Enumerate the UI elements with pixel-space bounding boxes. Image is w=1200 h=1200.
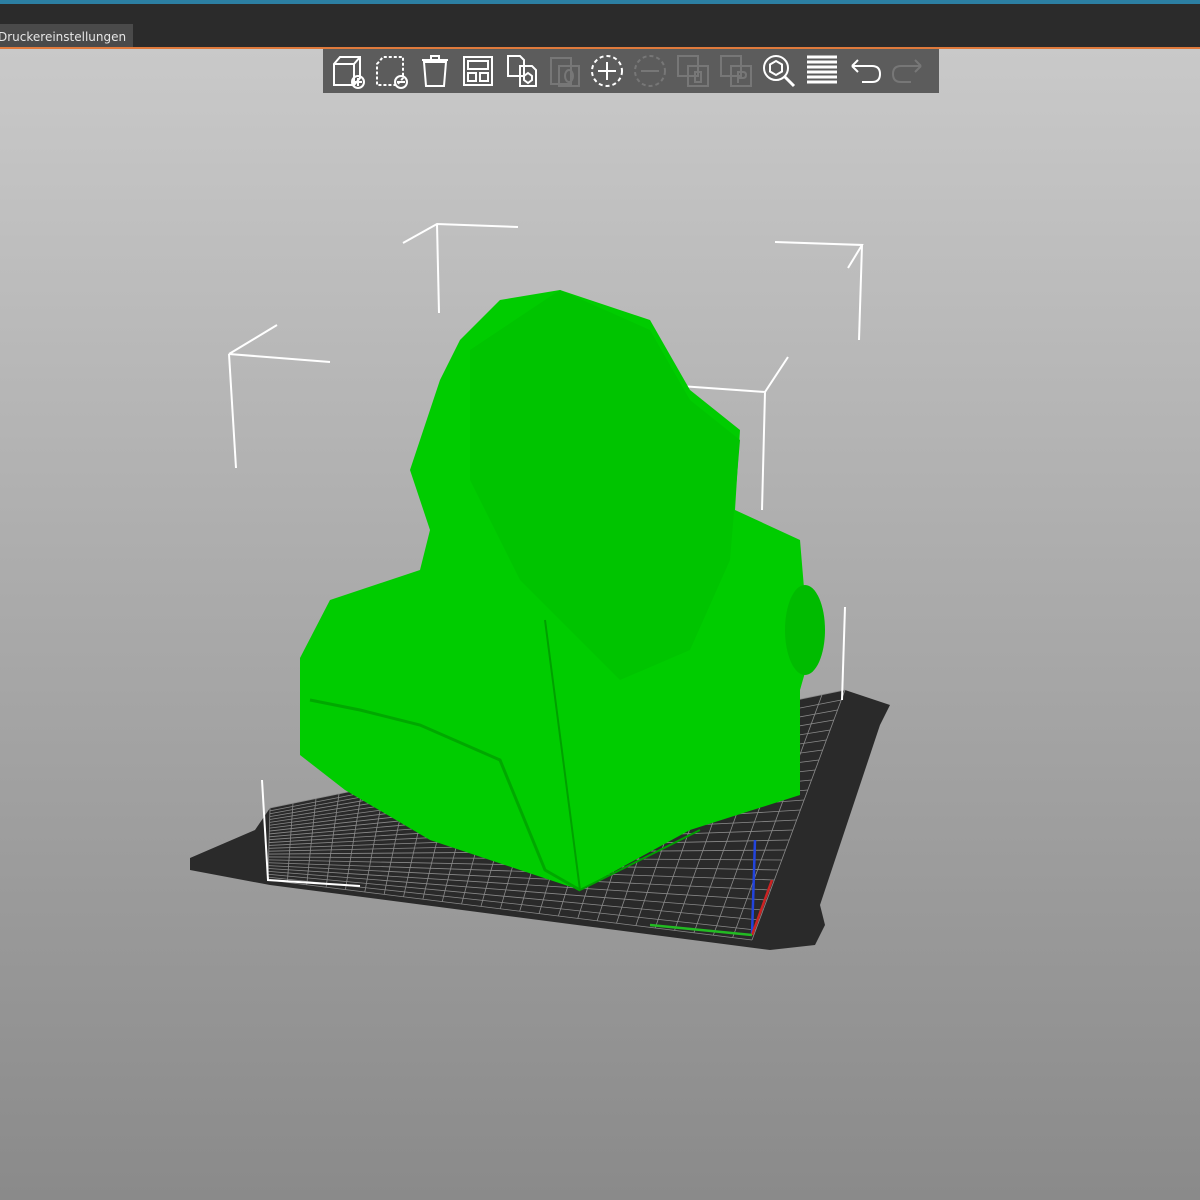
- delete-object-button[interactable]: [370, 51, 414, 91]
- remove-instance-icon: [634, 55, 666, 87]
- add-object-icon: [333, 56, 365, 89]
- redo-button[interactable]: [886, 51, 930, 91]
- copy-icon: [507, 55, 537, 87]
- search-icon: [763, 55, 796, 88]
- 3d-model[interactable]: [300, 290, 825, 892]
- layers-icon: [807, 55, 837, 84]
- split-to-objects-icon: [677, 55, 709, 87]
- undo-button[interactable]: [843, 51, 887, 91]
- paste-icon: [550, 57, 580, 87]
- 3d-scene[interactable]: [0, 49, 1200, 1200]
- tab-bar: Druckereinstellungen: [0, 4, 1200, 50]
- 3d-viewport[interactable]: [0, 49, 1200, 1200]
- arrange-icon: [463, 56, 493, 86]
- layers-button[interactable]: [800, 51, 844, 91]
- delete-all-icon: [422, 55, 448, 87]
- main-toolbar: [323, 49, 939, 93]
- add-instance-icon: [591, 55, 623, 87]
- delete-object-icon: [376, 56, 408, 89]
- remove-instance-button[interactable]: [628, 51, 672, 91]
- redo-icon: [891, 59, 922, 83]
- copy-button[interactable]: [499, 51, 543, 91]
- add-object-button[interactable]: [327, 51, 371, 91]
- search-button[interactable]: [757, 51, 801, 91]
- undo-icon: [851, 59, 882, 83]
- split-to-parts-button[interactable]: [714, 51, 758, 91]
- arrange-button[interactable]: [456, 51, 500, 91]
- delete-all-button[interactable]: [413, 51, 457, 91]
- paste-button[interactable]: [542, 51, 586, 91]
- split-to-parts-icon: [720, 55, 752, 87]
- split-to-objects-button[interactable]: [671, 51, 715, 91]
- add-instance-button[interactable]: [585, 51, 629, 91]
